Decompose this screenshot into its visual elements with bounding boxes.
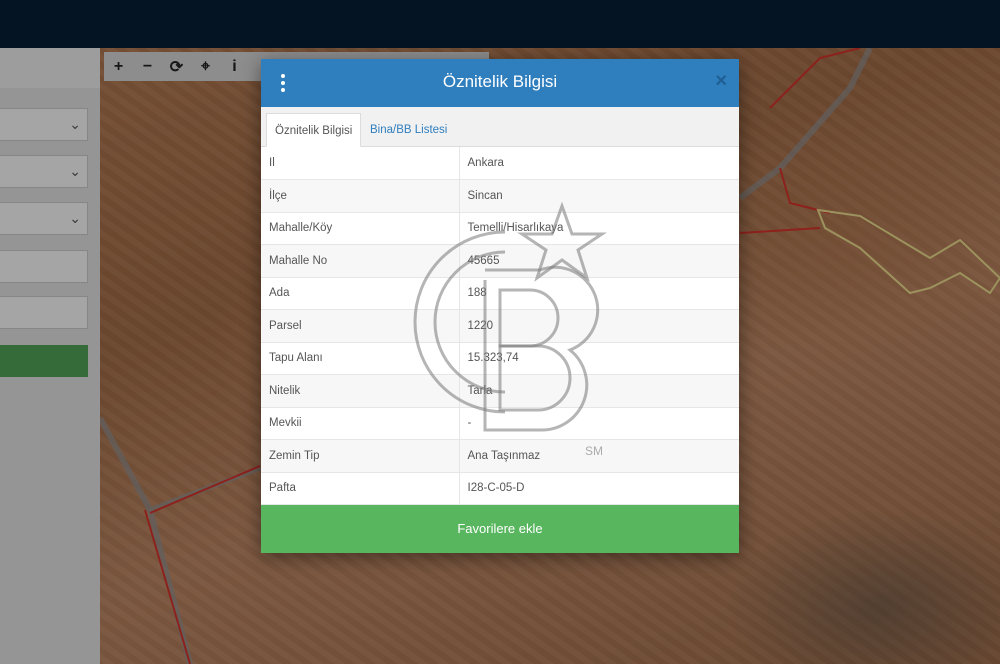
attribute-value: - — [459, 407, 739, 440]
attribute-key: İlçe — [261, 179, 460, 213]
attribute-value: Temelli/Hisarlıkaya — [459, 212, 739, 245]
tab-attribute-info[interactable]: Öznitelik Bilgisi — [266, 113, 362, 147]
attribute-table: Il Ankara İlçe Sincan Mahalle/Köy Temelli/H… — [261, 147, 739, 505]
attribute-key: Zemin Tip — [261, 439, 460, 473]
attribute-value: Ana Taşınmaz — [459, 439, 739, 473]
attribute-key: Tapu Alanı — [261, 342, 460, 375]
close-icon[interactable]: × — [715, 71, 727, 91]
attribute-value: Sincan — [459, 179, 739, 213]
attribute-value: Ankara — [459, 147, 739, 180]
top-navbar — [0, 0, 1000, 48]
table-row: Parsel 1220 — [261, 309, 739, 343]
attribute-key: Mahalle No — [261, 244, 460, 278]
table-row: Ada 188 — [261, 277, 739, 310]
attribute-key: Ada — [261, 277, 460, 310]
modal-title: Öznitelik Bilgisi — [442, 72, 558, 91]
attribute-value: 188 — [459, 277, 739, 310]
table-row: Nitelik Tarla — [261, 374, 739, 408]
table-row: Tapu Alanı 15.323,74 — [261, 342, 739, 375]
attribute-key: Pafta — [261, 472, 460, 505]
attribute-key: Mahalle/Köy — [261, 212, 460, 245]
attribute-key: Il — [261, 147, 460, 180]
table-row: Mahalle/Köy Temelli/Hisarlıkaya — [261, 212, 739, 245]
table-row: Mahalle No 45665 — [261, 244, 739, 278]
add-to-favorites-button[interactable]: Favorilere ekle — [261, 505, 739, 553]
attribute-key: Parsel — [261, 309, 460, 343]
attribute-value: 15.323,74 — [459, 342, 739, 375]
attribute-value: Tarla — [459, 374, 739, 408]
table-row: Zemin Tip Ana Taşınmaz — [261, 439, 739, 473]
table-row: Pafta I28-C-05-D — [261, 472, 739, 505]
attribute-value: 1220 — [459, 309, 739, 343]
table-row: Il Ankara — [261, 147, 739, 180]
attribute-key: Nitelik — [261, 374, 460, 408]
attribute-value: I28-C-05-D — [459, 472, 739, 505]
modal-tabs: Öznitelik Bilgisi Bina/BB Listesi — [261, 107, 739, 147]
attribute-value: 45665 — [459, 244, 739, 278]
attribute-info-modal: Öznitelik Bilgisi × Öznitelik Bilgisi Bi… — [261, 59, 739, 553]
attribute-key: Mevkii — [261, 407, 460, 440]
table-row: Mevkii - — [261, 407, 739, 440]
table-row: İlçe Sincan — [261, 179, 739, 213]
modal-header: Öznitelik Bilgisi × — [261, 59, 739, 107]
tab-building-list[interactable]: Bina/BB Listesi — [362, 113, 455, 147]
